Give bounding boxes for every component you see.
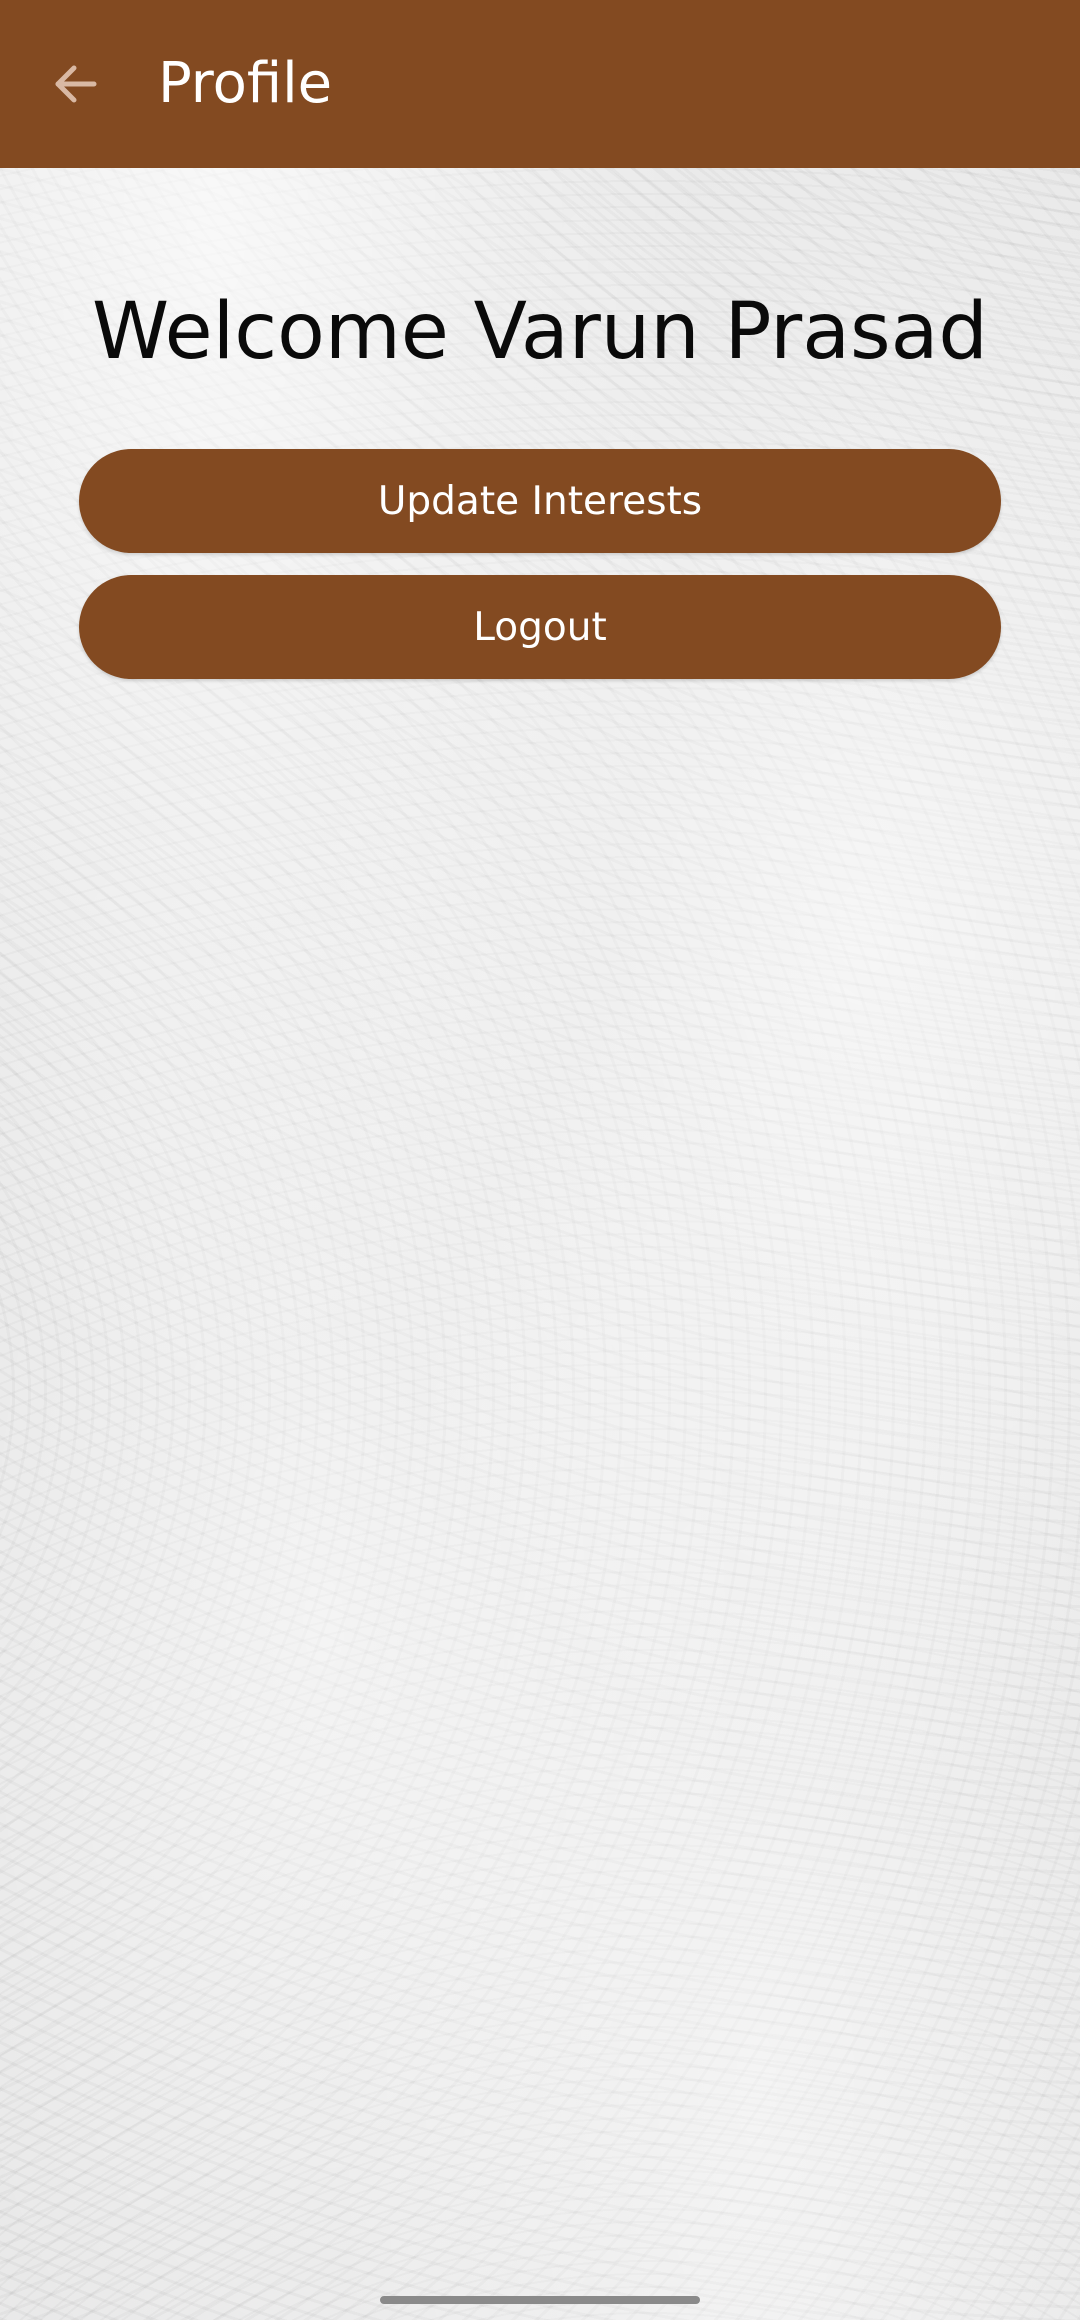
logout-button[interactable]: Logout [79, 575, 1001, 679]
back-button[interactable] [36, 44, 116, 124]
home-indicator[interactable] [380, 2296, 700, 2304]
arrow-left-icon [55, 65, 97, 103]
welcome-heading: Welcome Varun Prasad [92, 287, 988, 377]
update-interests-button[interactable]: Update Interests [79, 449, 1001, 553]
page-title: Profile [158, 51, 333, 116]
app-bar: Profile [0, 0, 1080, 168]
